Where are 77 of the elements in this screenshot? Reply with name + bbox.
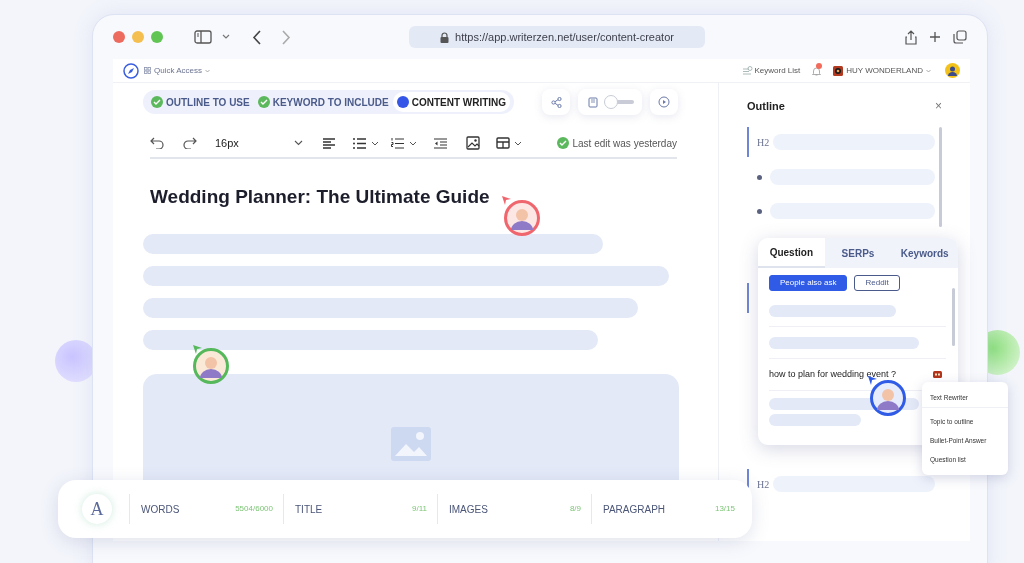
stat-label: PARAGRAPH [603,502,666,517]
close-window-button[interactable] [113,31,125,43]
undo-icon[interactable] [150,137,164,149]
cursor-icon [193,345,202,354]
quick-access-menu[interactable]: Quick Access [144,64,210,77]
scrollbar[interactable] [952,288,955,346]
chevron-down-icon[interactable] [222,34,230,40]
bell-icon[interactable] [812,65,822,76]
brand-logo-icon [833,65,844,76]
url-text: https://app.writerzen.net/user/content-creator [455,29,674,45]
table-button[interactable] [496,137,522,149]
bullet-list-button[interactable] [353,137,379,149]
check-circle-icon [257,96,270,108]
sidebar-icon[interactable] [194,30,212,44]
address-bar[interactable]: https://app.writerzen.net/user/content-creator [409,26,705,48]
stat-value: 8/9 [569,503,581,515]
compass-logo-icon[interactable] [123,62,139,79]
stat-label: IMAGES [449,502,488,517]
stat-value: 5504/6000 [235,503,273,515]
redo-icon[interactable] [183,137,197,149]
bullet-list-icon [353,137,366,149]
chevron-down-icon [926,68,931,73]
step-tab[interactable]: OUTLINE TO USE [147,92,254,112]
panel-title: Outline [747,98,785,114]
document-title[interactable]: Wedding Planner: The Ultimate Guide [150,183,678,212]
progress-dot-icon [396,96,409,108]
panel-tab[interactable]: Keywords [891,238,958,268]
list-icon [743,66,754,75]
keyword-list-button[interactable]: Keyword List [743,64,801,77]
outline-heading-marker [747,283,749,313]
back-icon[interactable] [252,29,261,45]
outdent-icon[interactable] [434,137,447,149]
filter-chip[interactable]: People also ask [769,275,848,291]
play-icon [658,96,670,108]
image-icon[interactable] [466,136,480,150]
play-button[interactable] [650,89,678,115]
font-badge[interactable]: A [82,494,112,524]
chevron-down-icon [371,140,379,146]
user-menu[interactable]: HUY WONDERLAND [833,64,931,77]
cursor-icon [868,376,877,385]
step-tab[interactable]: CONTENT WRITING [392,92,511,112]
check-circle-icon [151,96,163,108]
align-left-icon[interactable] [323,137,335,149]
chevron-down-icon [294,140,303,146]
numbered-list-button[interactable] [391,137,417,149]
font-size-select[interactable]: 16px [215,134,303,152]
table-icon [496,137,510,149]
chevron-down-icon [409,140,417,146]
stat-label: TITLE [295,502,323,517]
question-text[interactable]: how to plan for wedding event ? [769,367,897,382]
ai-tool-icon[interactable] [933,371,942,378]
chevron-down-icon [205,68,210,73]
panel-tab[interactable]: SERPs [824,238,892,268]
save-status-text: Last edit was yesterday [572,136,677,151]
avatar[interactable] [945,63,960,78]
stat-value: 9/11 [412,503,427,515]
cursor-icon [502,196,511,205]
lock-icon [440,31,450,43]
toggle-switch[interactable] [604,95,634,109]
outline-heading[interactable]: H2 [747,127,935,157]
grid-icon [144,67,151,74]
image-icon [390,425,432,462]
stat-label: WORDS [141,502,180,517]
share-icon [550,96,562,108]
book-icon[interactable] [588,96,598,108]
scrollbar[interactable] [939,127,942,227]
check-circle-icon [556,137,569,149]
panel-tab[interactable]: Question [758,238,825,268]
numbered-list-icon [391,137,404,149]
stat-value: 13/15 [714,503,735,515]
filter-chip[interactable]: Reddit [854,275,900,291]
share-icon[interactable] [905,29,917,45]
step-tab[interactable]: KEYWORD TO INCLUDE [253,92,393,112]
tabs-icon[interactable] [953,30,967,44]
close-button[interactable]: × [935,97,942,115]
plus-icon[interactable] [929,31,941,43]
chevron-down-icon [514,140,522,146]
